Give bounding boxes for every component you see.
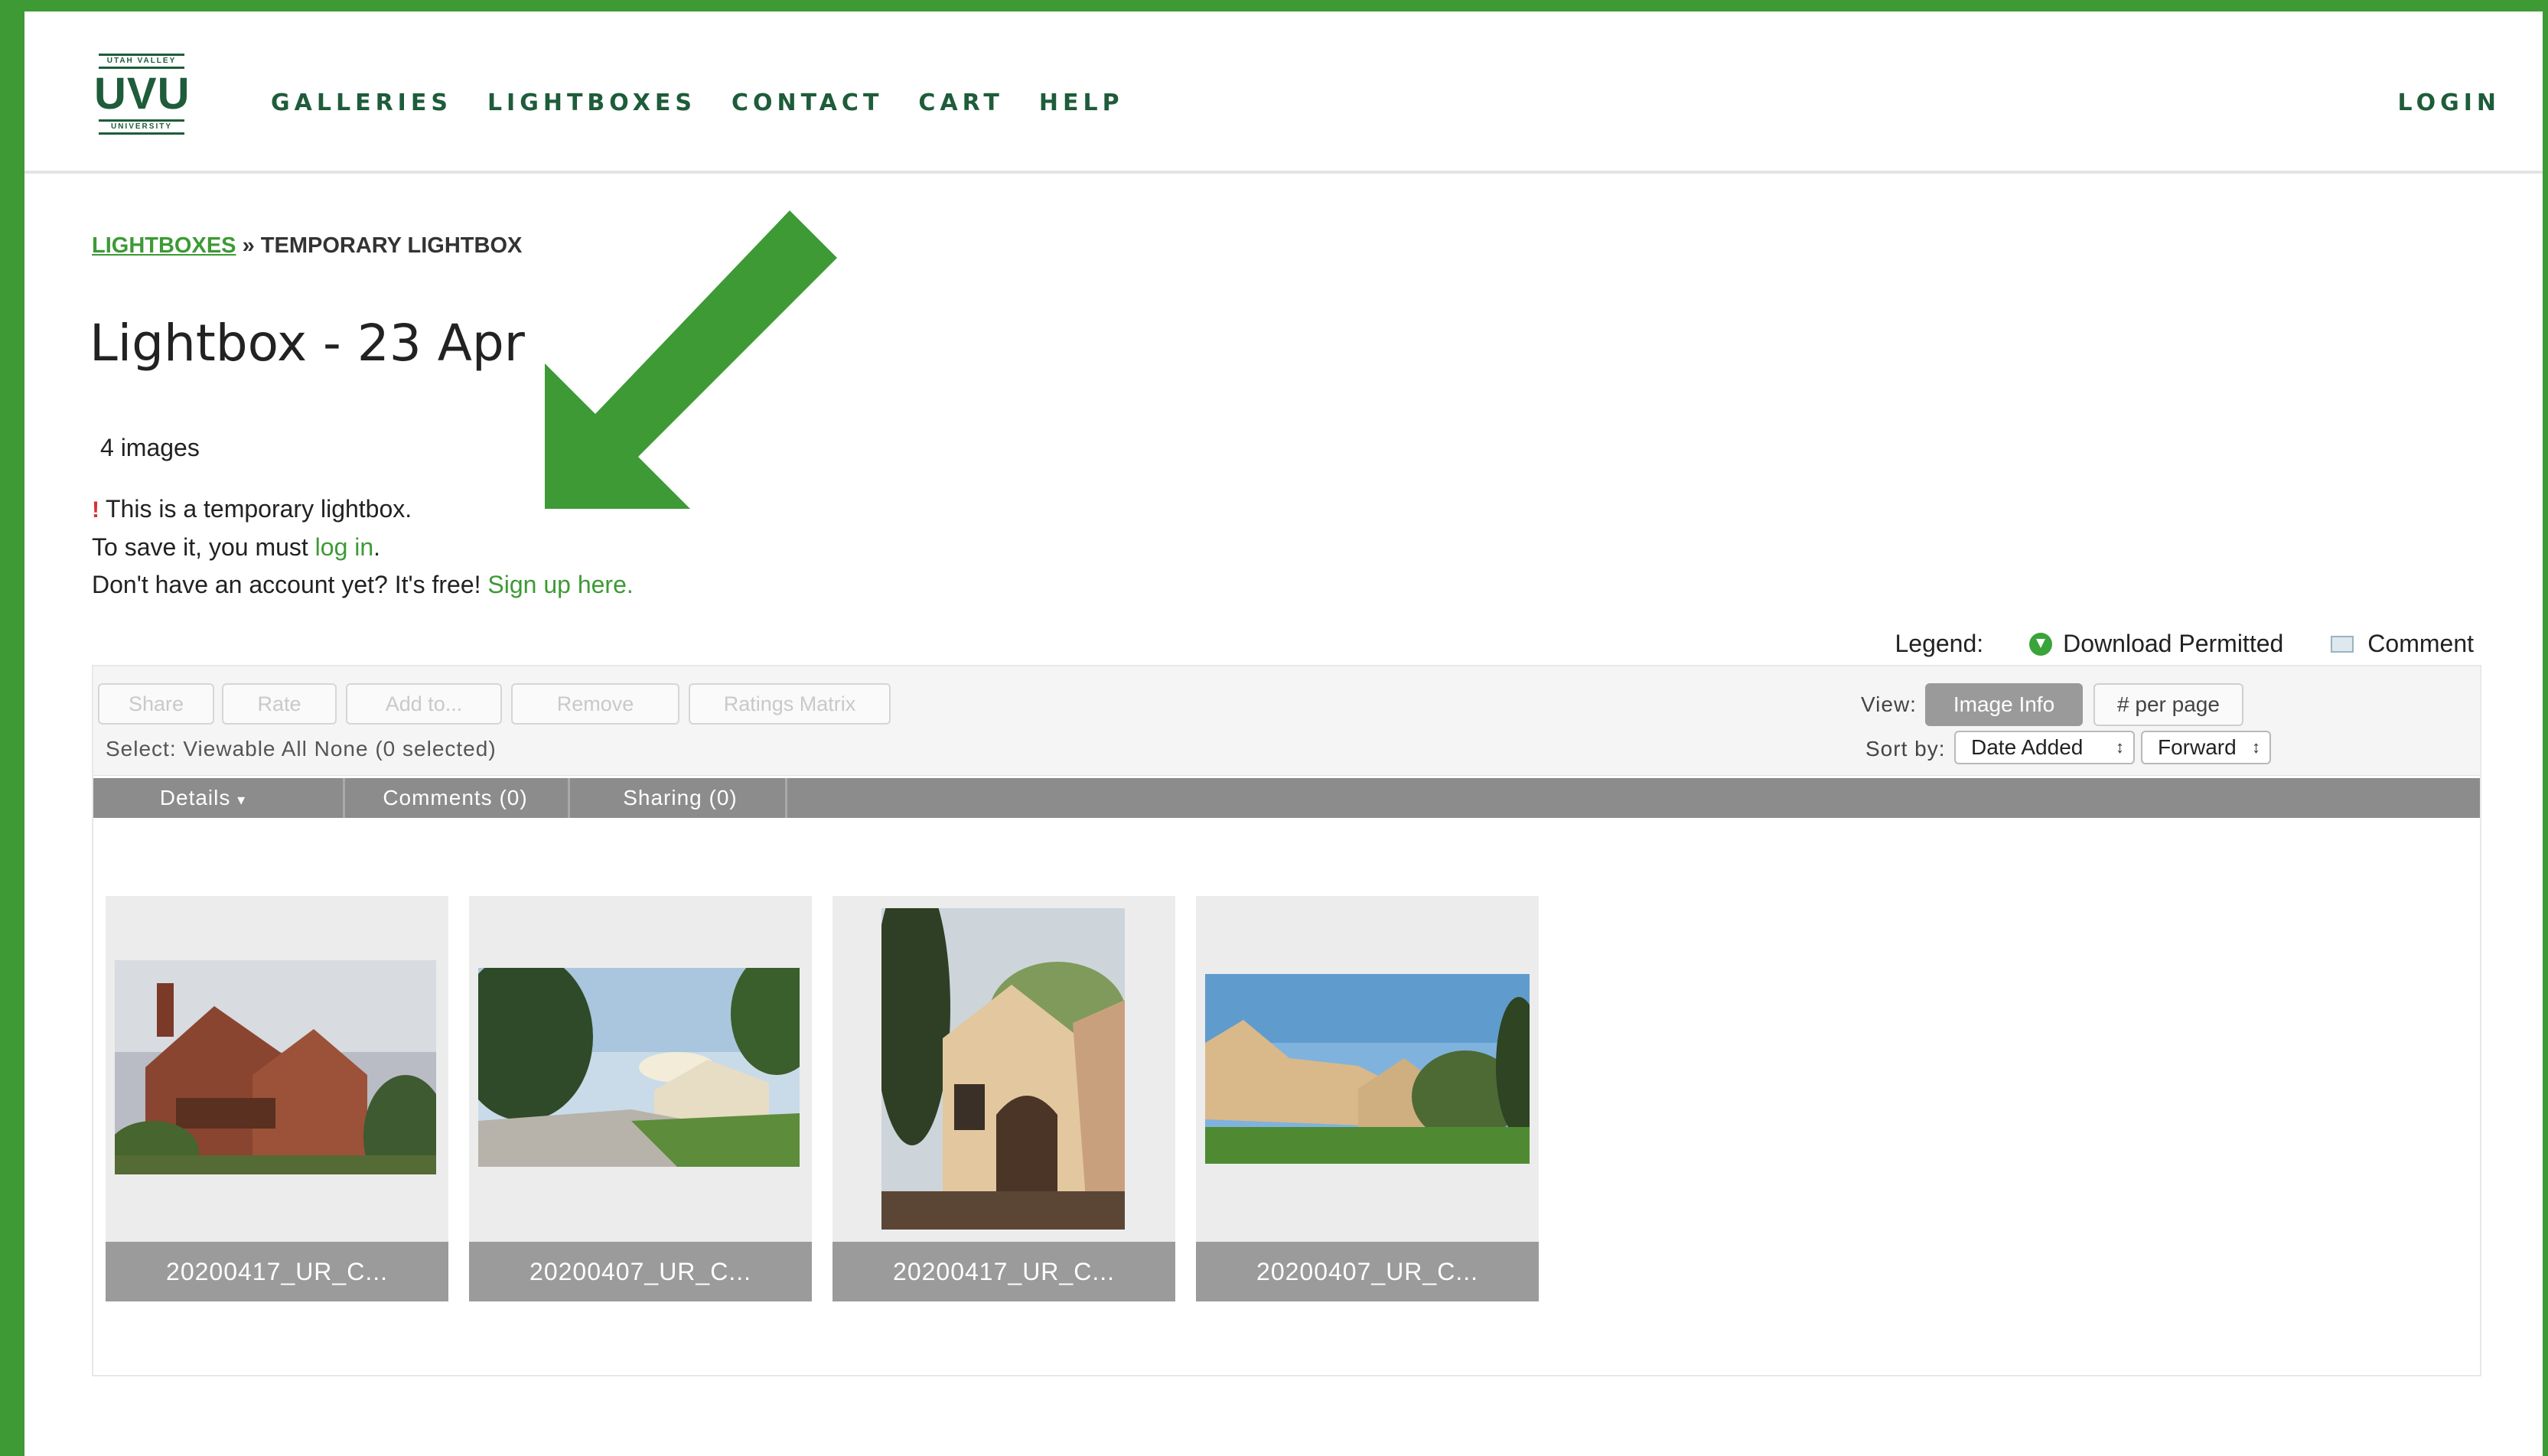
tab-details[interactable]: Details ▾ (93, 778, 312, 818)
sort-direction-select[interactable]: Forward ↕ (2141, 731, 2271, 764)
tab-divider (343, 778, 345, 818)
photo-brick-house[interactable] (115, 960, 436, 1174)
view-label: View: (1861, 692, 1917, 716)
nav-lightboxes[interactable]: LIGHTBOXES (487, 90, 696, 116)
notice-line-1: This is a temporary lightbox. (106, 495, 412, 523)
share-button[interactable]: Share (98, 683, 214, 725)
thumbnail-card[interactable]: 20200417_UR_C... (832, 896, 1175, 1301)
image-count: 4 images (100, 434, 200, 461)
photo-stucco-house-entry[interactable] (881, 908, 1125, 1230)
lightbox-panel: Share Rate Add to... Remove Ratings Matr… (92, 665, 2481, 1376)
photo-street-houses[interactable] (478, 968, 800, 1167)
add-to-button[interactable]: Add to... (346, 683, 502, 725)
thumbnail-caption[interactable]: 20200417_UR_C... (106, 1242, 448, 1301)
sort-field-value: Date Added (1971, 735, 2084, 759)
sign-up-link[interactable]: Sign up here. (487, 571, 633, 598)
green-arrow-annotation (545, 210, 837, 509)
legend: Legend: Download Permitted Comment (1895, 630, 2474, 658)
logo-main-text: UVU (94, 69, 191, 119)
remove-button[interactable]: Remove (511, 683, 679, 725)
page-title: Lightbox - 23 Apr (90, 314, 525, 373)
ratings-matrix-button[interactable]: Ratings Matrix (689, 683, 891, 725)
main-nav: GALLERIES LIGHTBOXES CONTACT CART HELP (271, 90, 1159, 116)
thumbnail-caption[interactable]: 20200407_UR_C... (469, 1242, 812, 1301)
nav-help[interactable]: HELP (1039, 90, 1124, 116)
breadcrumb-separator: » (242, 233, 255, 258)
log-in-link[interactable]: log in (315, 533, 374, 561)
tab-divider (785, 778, 787, 818)
sort-field-select[interactable]: Date Added ↕ (1954, 731, 2135, 764)
image-info-button[interactable]: Image Info (1925, 683, 2083, 726)
login-link[interactable]: LOGIN (2398, 90, 2501, 116)
sort-direction-value: Forward (2158, 735, 2237, 759)
notice-line-2: To save it, you must (92, 533, 315, 561)
nav-galleries[interactable]: GALLERIES (271, 90, 452, 116)
page: UTAH VALLEY UVU UNIVERSITY GALLERIES LIG… (24, 11, 2543, 1456)
comment-icon (2331, 635, 2354, 653)
thumbnail-caption[interactable]: 20200407_UR_C... (1196, 1242, 1539, 1301)
thumbnail-card[interactable]: 20200407_UR_C... (1196, 896, 1539, 1301)
tab-divider (568, 778, 570, 818)
notice-line-3: Don't have an account yet? It's free! (92, 571, 488, 598)
tab-comments[interactable]: Comments (0) (346, 778, 565, 818)
logo-bottom-text: UNIVERSITY (99, 119, 184, 135)
nav-contact[interactable]: CONTACT (731, 90, 883, 116)
site-header: UTAH VALLEY UVU UNIVERSITY GALLERIES LIG… (24, 11, 2543, 174)
thumbnail-card[interactable]: 20200417_UR_C... (106, 896, 448, 1301)
rate-button[interactable]: Rate (222, 683, 337, 725)
breadcrumb-lightboxes-link[interactable]: LIGHTBOXES (92, 233, 236, 258)
thumbnail-caption[interactable]: 20200417_UR_C... (832, 1242, 1175, 1301)
select-arrows-icon: ↕ (2252, 738, 2260, 757)
tab-sharing[interactable]: Sharing (0) (571, 778, 790, 818)
logo-top-text: UTAH VALLEY (99, 54, 184, 69)
thumbnail-card[interactable]: 20200407_UR_C... (469, 896, 812, 1301)
nav-cart[interactable]: CART (918, 90, 1003, 116)
chevron-down-icon: ▾ (237, 792, 246, 809)
notice-line-2-suffix: . (373, 533, 381, 561)
lightbox-tabs: Details ▾ Comments (0) Sharing (0) (93, 778, 2480, 818)
download-permitted-icon (2029, 632, 2053, 656)
legend-label: Legend: (1895, 630, 1984, 657)
select-arrows-icon: ↕ (2116, 738, 2124, 757)
lightbox-toolbar: Share Rate Add to... Remove Ratings Matr… (93, 666, 2480, 776)
legend-download-label: Download Permitted (2063, 630, 2284, 657)
warning-icon: ! (92, 497, 99, 523)
per-page-button[interactable]: # per page (2093, 683, 2243, 726)
photo-stucco-house-lawn[interactable] (1205, 974, 1530, 1164)
uvu-logo[interactable]: UTAH VALLEY UVU UNIVERSITY (94, 54, 189, 136)
legend-comment-label: Comment (2367, 630, 2474, 657)
tab-details-label: Details (159, 786, 231, 809)
breadcrumb: LIGHTBOXES » TEMPORARY LIGHTBOX (92, 233, 522, 259)
sort-by-label: Sort by: (1865, 737, 1946, 761)
breadcrumb-current: TEMPORARY LIGHTBOX (260, 233, 523, 258)
selection-controls[interactable]: Select: Viewable All None (0 selected) (106, 737, 497, 761)
